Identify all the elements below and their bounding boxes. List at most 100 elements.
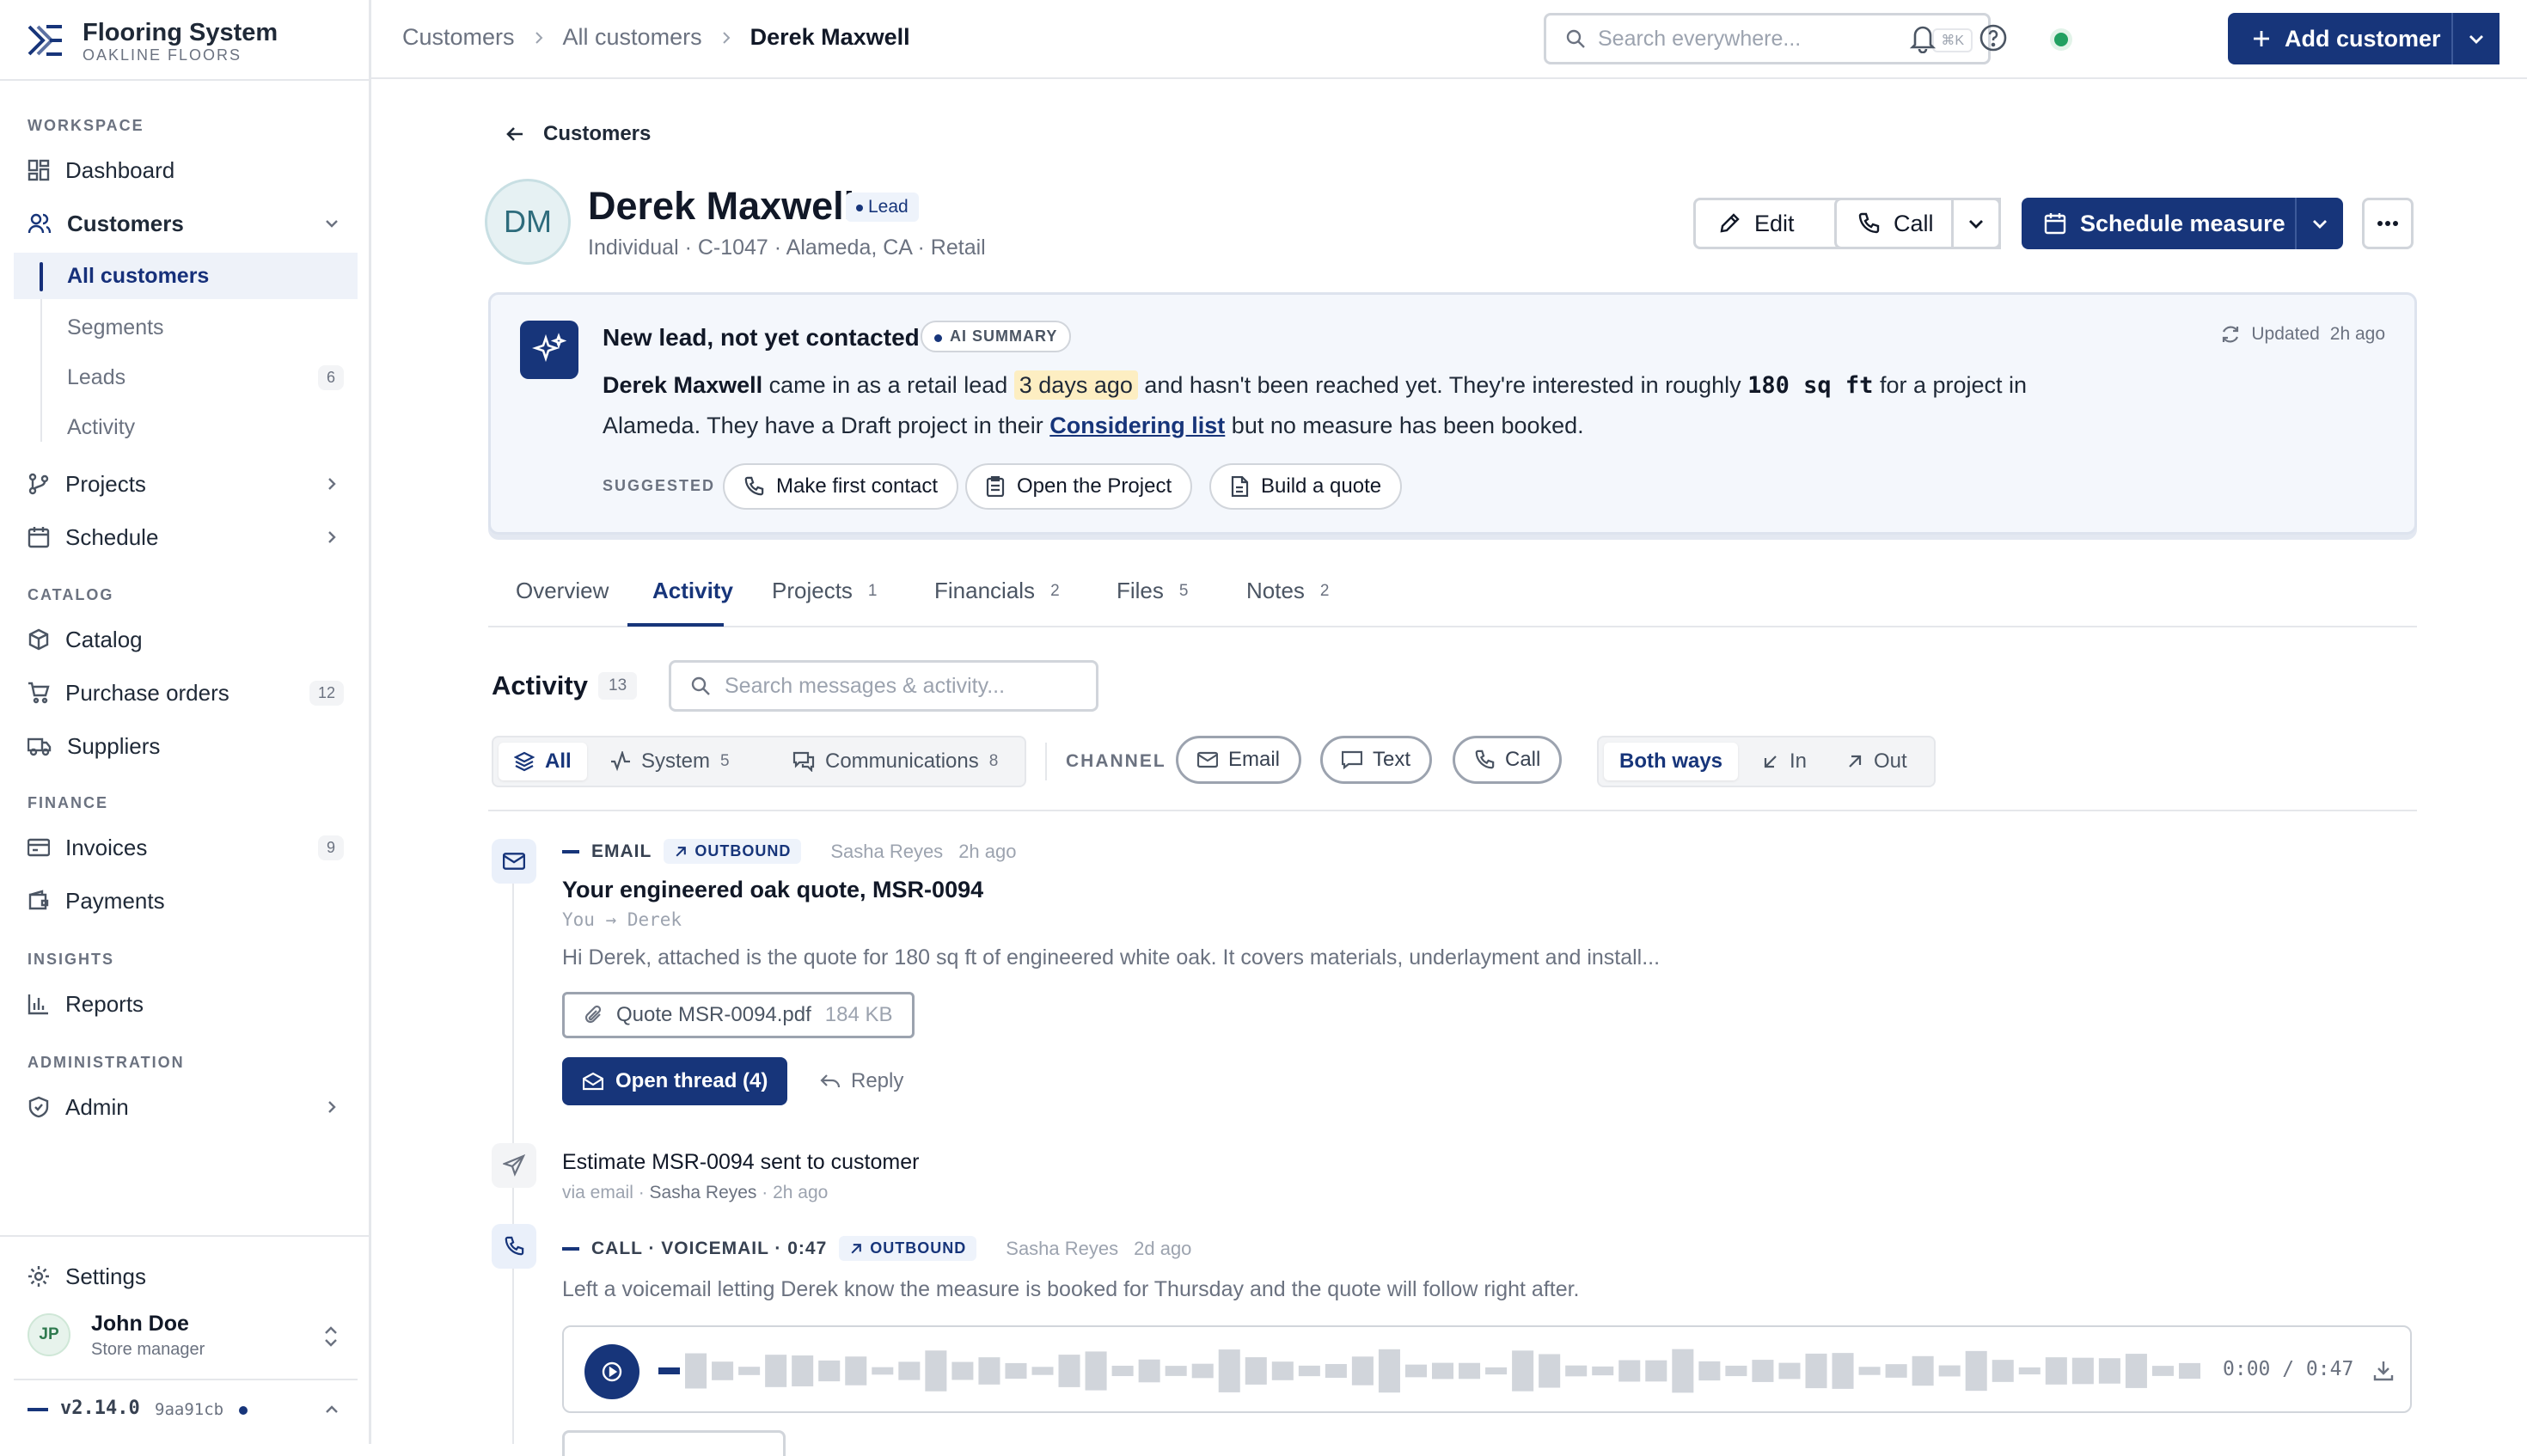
activity-pulse-icon [611,751,630,772]
brand[interactable]: Flooring System OAKLINE FLOORS [26,17,278,65]
chevron-down-icon [2469,35,2483,44]
bell-icon[interactable] [1908,22,1937,53]
wallet-icon [28,890,49,910]
sidebar-item-segments[interactable]: Segments [41,304,358,351]
summary-text-part: came in as a retail lead [762,372,1014,398]
filter-system[interactable]: System 5 [595,743,745,780]
sidebar-item-catalog[interactable]: Catalog [14,616,358,663]
sidebar-item-invoices[interactable]: Invoices 9 [14,824,358,871]
waveform-bar [658,1367,681,1374]
tab-financials[interactable]: Financials 2 [934,578,1060,604]
sidebar-version-divider [14,1379,358,1380]
sidebar-item-admin[interactable]: Admin [14,1084,358,1130]
customer-name: Derek Maxwell [588,184,855,228]
waveform-bar [2098,1358,2120,1384]
summary-highlight: 3 days ago [1013,370,1138,400]
waveform-bar [1539,1354,1561,1388]
direction-in[interactable]: In [1747,743,1822,780]
arrow-up-right-icon [1849,755,1862,768]
play-button[interactable] [584,1344,639,1399]
sidebar-item-label: Schedule [65,523,159,550]
sidebar-item-customers[interactable]: Customers [14,200,358,247]
attachment-chip[interactable]: Quote MSR-0094.pdf 184 KB [562,992,915,1038]
filter-count: 8 [988,752,999,770]
sidebar-item-projects[interactable]: Projects [14,461,358,507]
sidebar-item-all-customers[interactable]: All customers [14,253,358,299]
direction-both-ways[interactable]: Both ways [1604,743,1739,780]
tab-files[interactable]: Files 5 [1117,578,1188,604]
filter-communications[interactable]: Communications 8 [777,743,1013,780]
channel-text-pill[interactable]: Text [1320,736,1433,784]
filter-all[interactable]: All [499,743,587,780]
user-info[interactable]: John Doe Store manager [91,1312,205,1360]
suggested-label: SUGGESTED [603,477,716,494]
waveform-bar [1698,1361,1721,1381]
reply-button[interactable]: Reply [820,1069,903,1093]
help-icon[interactable] [1979,23,2008,52]
search-placeholder: Search everywhere... [1598,26,1802,51]
sidebar-item-suppliers[interactable]: Suppliers [14,723,358,769]
tab-count: 5 [1178,581,1189,600]
ai-summary-updated[interactable]: Updated 2h ago [2220,324,2385,345]
user-role: Store manager [91,1340,205,1359]
call-menu-button[interactable] [1951,198,2001,249]
chevron-up-down-icon[interactable] [321,1325,340,1348]
bar-chart-icon [28,994,48,1015]
partial-button[interactable] [562,1430,786,1456]
chevron-up-icon[interactable] [323,1401,340,1418]
event-dash [562,1246,579,1251]
waveform-bar [1111,1365,1134,1377]
open-project-chip[interactable]: Open the Project [965,463,1193,510]
waveform-bar [1351,1356,1374,1386]
tab-notes[interactable]: Notes 2 [1246,578,1330,604]
tab-overview[interactable]: Overview [516,578,609,604]
considering-list-link[interactable]: Considering list [1049,413,1225,438]
sidebar-item-reports[interactable]: Reports [14,981,358,1027]
schedule-menu-button[interactable] [2295,198,2343,249]
waveform[interactable] [657,1346,2204,1396]
arrow-down-left-icon [1764,756,1777,768]
direction-out[interactable]: Out [1831,743,1923,780]
sidebar-divider [0,79,371,81]
sidebar-item-label: Reports [65,990,144,1017]
waveform-bar [1165,1366,1187,1376]
schedule-measure-button[interactable]: Schedule measure [2022,198,2295,249]
chip-label: Open the Project [1017,474,1172,498]
tab-projects[interactable]: Projects 1 [772,578,878,604]
build-quote-chip[interactable]: Build a quote [1209,463,1403,510]
chevron-right-icon [722,31,730,44]
channel-call-pill[interactable]: Call [1453,736,1563,784]
direction-label: OUTBOUND [870,1239,967,1257]
sidebar-item-dashboard[interactable]: Dashboard [14,147,358,193]
email-subject[interactable]: Your engineered oak quote, MSR-0094 [562,877,983,903]
filter-label: All [545,749,572,773]
sidebar-item-leads[interactable]: Leads 6 [41,354,358,401]
breadcrumb-all-customers[interactable]: All customers [563,24,702,51]
activity-divider [488,810,2417,811]
activity-search-input[interactable]: Search messages & activity... [669,660,1098,712]
make-first-contact-chip[interactable]: Make first contact [723,463,959,510]
phone-icon [1475,749,1495,769]
sidebar-item-payments[interactable]: Payments [14,878,358,924]
back-link[interactable]: Customers [505,122,651,146]
attachment-name: Quote MSR-0094.pdf [616,1003,811,1026]
event-time: 2h ago [958,840,1017,862]
calendar-icon [2044,213,2066,235]
waveform-bar [1325,1363,1347,1379]
sidebar-item-purchase-orders[interactable]: Purchase orders 12 [14,670,358,716]
download-icon[interactable] [2372,1360,2395,1382]
tab-activity[interactable]: Activity [652,578,733,604]
sidebar-item-schedule[interactable]: Schedule [14,514,358,560]
more-options-button[interactable] [2362,198,2414,249]
email-event-header: EMAIL OUTBOUND Sasha Reyes 2h ago [562,839,1016,864]
channel-email-pill[interactable]: Email [1176,736,1302,784]
logo-icon [28,25,62,56]
user-avatar[interactable]: JP [28,1313,70,1356]
waveform-bar [1432,1362,1454,1380]
sidebar-item-settings[interactable]: Settings [14,1253,358,1300]
add-customer-menu-button[interactable] [2451,13,2499,64]
sidebar-item-activity[interactable]: Activity [41,404,358,450]
open-thread-button[interactable]: Open thread (4) [562,1057,787,1105]
breadcrumb-customers[interactable]: Customers [402,24,515,51]
summary-area: 180 sq ft [1747,372,1874,399]
